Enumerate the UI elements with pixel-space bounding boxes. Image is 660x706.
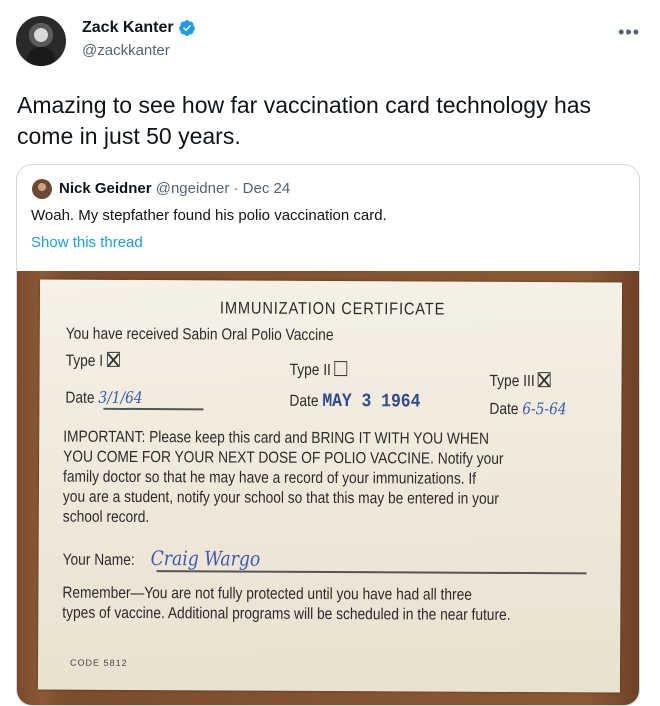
author-handle[interactable]: @zackkanter: [82, 42, 170, 59]
important-line-3: family doctor so that he may have a reco…: [62, 468, 477, 488]
quote-separator: ·: [233, 180, 239, 197]
type1-row: Type I: [65, 351, 120, 372]
important-line-2: YOU COME FOR YOUR NEXT DOSE OF POLIO VAC…: [63, 448, 504, 468]
your-name-label: Your Name:: [62, 551, 135, 569]
type3-row: Type III: [489, 372, 552, 392]
quote-date: Dec 24: [242, 180, 291, 197]
vaccination-card: IMMUNIZATION CERTIFICATE You have receiv…: [37, 279, 623, 693]
date2-stamp: MAY 3 1964: [322, 389, 421, 413]
tweet-text: Amazing to see how far vaccination card …: [17, 92, 592, 149]
date1-row: Date 3/1/64: [65, 388, 142, 409]
quote-author-name: Nick Geidner: [59, 180, 152, 197]
important-line-4: you are a student, notify your school so…: [62, 488, 499, 508]
type2-label: Type II: [289, 361, 331, 380]
quote-text: Woah. My stepfather found his polio vacc…: [31, 207, 387, 224]
type1-label: Type I: [65, 352, 104, 370]
date1-underline: [103, 407, 204, 410]
show-thread-link[interactable]: Show this thread: [31, 234, 143, 251]
date3-row: Date 6-5-64: [489, 399, 566, 420]
quote-author-avatar: [32, 179, 52, 199]
type2-row: Type II: [290, 361, 348, 381]
quote-header: Nick Geidner @ngeidner · Dec 24: [59, 180, 290, 197]
quote-photo[interactable]: IMMUNIZATION CERTIFICATE You have receiv…: [17, 271, 639, 705]
your-name-underline: [156, 570, 587, 574]
card-subtitle: You have received Sabin Oral Polio Vacci…: [65, 325, 334, 345]
card-code: CODE 5812: [70, 657, 128, 668]
important-line-5: school record.: [62, 508, 150, 527]
your-name-value: Craig Wargo: [150, 546, 261, 571]
type1-checkbox: [106, 351, 120, 367]
important-line-1: IMPORTANT: Please keep this card and BRI…: [63, 428, 489, 448]
author-avatar[interactable]: [16, 16, 66, 66]
remember-line-2: types of vaccine. Additional programs wi…: [62, 604, 511, 624]
date3-label: Date: [489, 400, 519, 418]
card-title: IMMUNIZATION CERTIFICATE: [219, 298, 446, 319]
author-name-row[interactable]: Zack Kanter: [82, 19, 196, 37]
date2-row: Date MAY 3 1964: [289, 389, 421, 413]
type2-checkbox: [334, 361, 348, 377]
your-name-row: Your Name: Craig Wargo: [62, 546, 261, 572]
date1-value: 3/1/64: [98, 387, 143, 408]
remember-line-1: Remember—You are not fully protected unt…: [62, 584, 472, 604]
quote-author-handle: @ngeidner: [155, 180, 230, 197]
quoted-tweet[interactable]: Nick Geidner @ngeidner · Dec 24 Woah. My…: [16, 164, 640, 706]
verified-badge-icon: [178, 20, 195, 36]
date3-value: 6-5-64: [522, 399, 567, 419]
author-name[interactable]: Zack Kanter: [82, 19, 174, 37]
type3-checkbox: [538, 372, 552, 388]
date2-label: Date: [289, 392, 319, 410]
type3-label: Type III: [489, 372, 535, 391]
more-horizontal-icon[interactable]: •••: [618, 22, 640, 43]
date1-label: Date: [65, 389, 95, 407]
